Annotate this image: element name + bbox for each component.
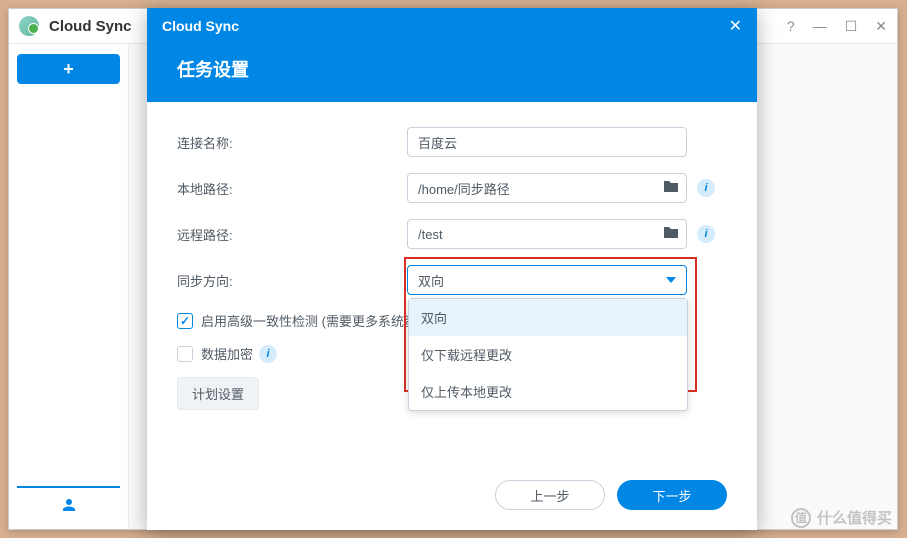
modal-header-title: 任务设置 xyxy=(177,56,727,82)
dropdown-option-bidirectional[interactable]: 双向 xyxy=(409,299,687,336)
remote-path-input[interactable] xyxy=(407,219,687,249)
dropdown-option-download-only[interactable]: 仅下载远程更改 xyxy=(409,336,687,373)
remote-path-label: 远程路径: xyxy=(177,225,407,244)
sync-direction-dropdown: 双向 仅下载远程更改 仅上传本地更改 xyxy=(408,298,688,411)
remote-path-browse-icon[interactable] xyxy=(663,225,679,239)
local-path-info-icon[interactable]: i xyxy=(697,179,715,197)
close-button[interactable]: ✕ xyxy=(875,18,887,35)
user-icon[interactable] xyxy=(60,496,78,519)
connection-name-label: 连接名称: xyxy=(177,133,407,152)
sync-direction-select[interactable]: 双向 双向 仅下载远程更改 仅上传本地更改 xyxy=(407,265,687,295)
modal-close-button[interactable]: ✕ xyxy=(729,16,742,36)
help-button[interactable]: ? xyxy=(787,18,795,35)
modal-footer: 上一步 下一步 xyxy=(147,465,757,530)
encryption-info-icon[interactable]: i xyxy=(259,345,277,363)
advanced-check-checkbox[interactable]: ✓ xyxy=(177,313,193,329)
dropdown-option-upload-only[interactable]: 仅上传本地更改 xyxy=(409,373,687,410)
modal-header: 任务设置 xyxy=(147,44,757,102)
check-icon: ✓ xyxy=(180,314,190,328)
remote-path-info-icon[interactable]: i xyxy=(697,225,715,243)
encryption-label: 数据加密 xyxy=(201,344,253,363)
local-path-browse-icon[interactable] xyxy=(663,179,679,193)
encryption-checkbox[interactable] xyxy=(177,346,193,362)
local-path-input[interactable] xyxy=(407,173,687,203)
chevron-down-icon xyxy=(666,277,676,283)
local-path-row: 本地路径: i xyxy=(177,173,727,203)
remote-path-row: 远程路径: i xyxy=(177,219,727,249)
connection-name-input[interactable] xyxy=(407,127,687,157)
sync-direction-row: 同步方向: 双向 双向 仅下载远程更改 仅上传本地更改 xyxy=(177,265,727,295)
titlebar-controls: ? — ☐ ✕ xyxy=(787,18,887,35)
maximize-button[interactable]: ☐ xyxy=(845,18,858,35)
modal-titlebar-title: Cloud Sync xyxy=(162,18,239,34)
schedule-button[interactable]: 计划设置 xyxy=(177,377,259,410)
sidebar-footer xyxy=(17,486,120,519)
sidebar: + xyxy=(9,44,129,529)
modal-titlebar: Cloud Sync ✕ xyxy=(147,8,757,44)
local-path-label: 本地路径: xyxy=(177,179,407,198)
minimize-button[interactable]: — xyxy=(813,18,827,35)
connection-name-row: 连接名称: xyxy=(177,127,727,157)
back-button[interactable]: 上一步 xyxy=(495,480,605,510)
task-settings-modal: Cloud Sync ✕ 任务设置 连接名称: 本地路径: i xyxy=(147,8,757,530)
app-title: Cloud Sync xyxy=(49,18,132,35)
sync-direction-label: 同步方向: xyxy=(177,271,407,290)
add-button[interactable]: + xyxy=(17,54,120,84)
sync-direction-selected: 双向 xyxy=(418,271,444,290)
app-logo-icon xyxy=(19,16,39,36)
next-button[interactable]: 下一步 xyxy=(617,480,727,510)
modal-body: 连接名称: 本地路径: i 远程路径: xyxy=(147,102,757,465)
